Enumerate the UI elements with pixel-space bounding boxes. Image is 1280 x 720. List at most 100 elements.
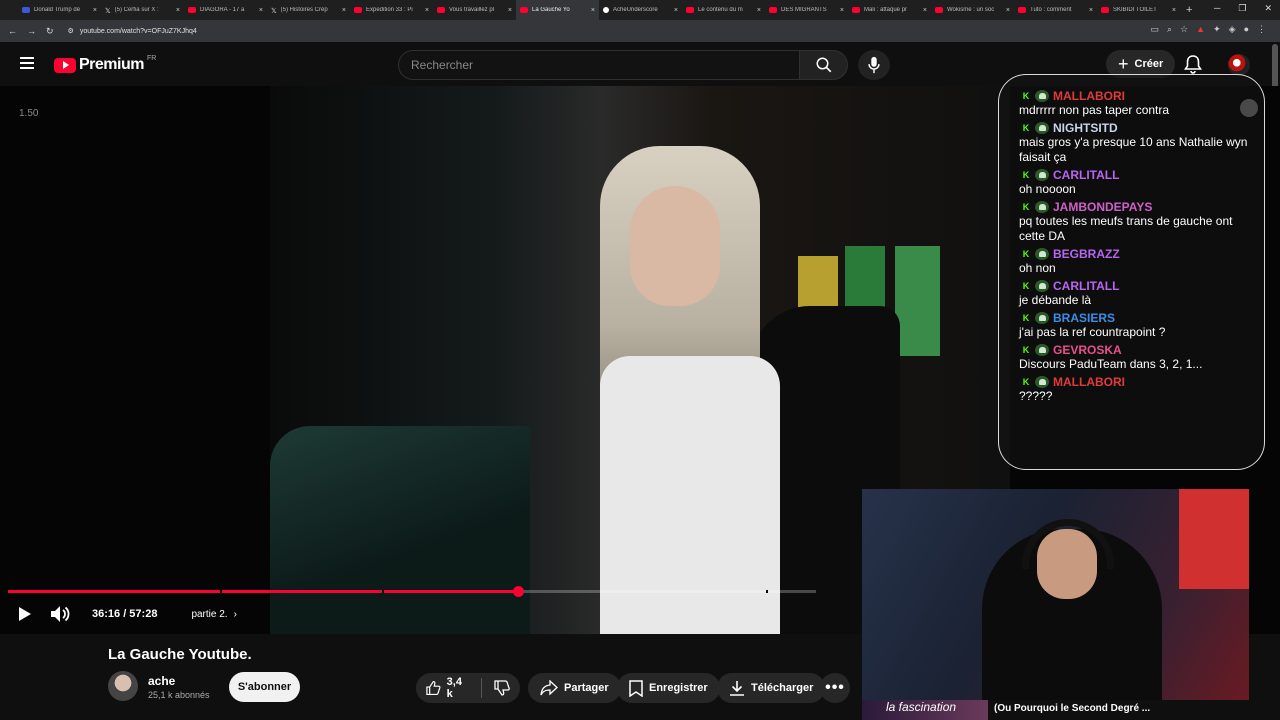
tab-close-icon[interactable]: × <box>93 7 97 14</box>
chapter-marker <box>382 590 384 593</box>
tab-title: Vous travaillez pl <box>449 7 495 13</box>
youtube-favicon-icon <box>188 7 196 13</box>
profile-icon[interactable]: ● <box>1244 24 1249 35</box>
browser-tab[interactable]: 𝕏 (5) Histoires Crép × <box>267 0 350 20</box>
browser-tab[interactable]: AcheUnderscore × <box>599 0 682 20</box>
browser-tab[interactable]: DIAGORA - 17 a × <box>184 0 267 20</box>
reload-icon[interactable]: ↻ <box>46 26 54 37</box>
chat-message: K MALLABORI????? <box>1019 375 1248 404</box>
channel-avatar[interactable] <box>108 671 138 701</box>
tab-close-icon[interactable]: × <box>425 7 429 14</box>
tab-title: DES MIGRANTS <box>781 7 827 13</box>
tab-title: (5) Histoires Crép <box>280 7 328 13</box>
webcam-overlay <box>862 489 1249 702</box>
pdf-extension-icon[interactable]: ▲ <box>1196 24 1205 35</box>
url-field[interactable]: ⚙ youtube.com/watch?v=OFJuZ7KJhq4 <box>68 27 197 36</box>
tab-close-icon[interactable]: × <box>508 7 512 14</box>
caption-thumbnail: la fascination <box>862 700 988 720</box>
tab-close-icon[interactable]: × <box>342 7 346 14</box>
hamburger-menu-icon[interactable] <box>20 57 34 72</box>
generic-favicon-icon <box>603 7 609 13</box>
forward-icon[interactable]: → <box>27 26 36 37</box>
subscribe-button[interactable]: S'abonner <box>229 672 300 702</box>
chat-username[interactable]: NIGHTSITD <box>1053 121 1118 135</box>
search-button[interactable] <box>800 50 848 80</box>
close-window-icon[interactable]: ✕ <box>1264 3 1272 14</box>
chat-username[interactable]: MALLABORI <box>1053 375 1125 389</box>
progress-bar[interactable] <box>8 586 816 597</box>
chat-username[interactable]: JAMBONDEPAYS <box>1053 200 1152 214</box>
chat-username[interactable]: CARLITALL <box>1053 279 1119 293</box>
zoom-icon[interactable]: ⌕ <box>1167 24 1172 35</box>
bookmark-star-icon[interactable]: ☆ <box>1180 24 1188 35</box>
chat-username[interactable]: BRASIERS <box>1053 311 1115 325</box>
tab-close-icon[interactable]: × <box>176 7 180 14</box>
chat-close-icon[interactable] <box>1240 99 1258 117</box>
back-icon[interactable]: ← <box>8 26 17 37</box>
tab-close-icon[interactable]: × <box>1089 7 1093 14</box>
menu-dots-icon[interactable]: ⋮ <box>1257 24 1266 35</box>
download-label: Télécharger <box>751 682 814 694</box>
notifications-bell-icon[interactable] <box>1184 54 1202 74</box>
browser-tab[interactable]: Tuto : comment × <box>1014 0 1097 20</box>
tab-close-icon[interactable]: × <box>591 7 595 14</box>
maximize-icon[interactable]: ❐ <box>1238 3 1246 14</box>
site-info-icon[interactable]: ⚙ <box>68 27 74 35</box>
news-favicon-icon <box>22 7 30 13</box>
youtube-favicon-icon <box>437 7 445 13</box>
skull-badge-icon <box>1035 122 1049 134</box>
extension-puzzle-icon[interactable]: ✦ <box>1213 24 1221 35</box>
browser-tab[interactable]: Donald Trump dé × <box>18 0 101 20</box>
browser-tab[interactable]: Vous travaillez pl × <box>433 0 516 20</box>
window-controls: ─ ❐ ✕ <box>1214 3 1272 14</box>
youtube-premium-logo[interactable]: Premium FR <box>54 54 157 74</box>
shield-icon[interactable]: ◈ <box>1229 24 1236 35</box>
browser-tab[interactable]: 𝕏 (5) Cerfia sur X : × <box>101 0 184 20</box>
volume-button[interactable] <box>50 605 70 623</box>
chat-username[interactable]: CARLITALL <box>1053 168 1119 182</box>
tab-close-icon[interactable]: × <box>259 7 263 14</box>
account-avatar[interactable] <box>1228 54 1250 76</box>
cast-icon[interactable]: ▭ <box>1151 24 1160 35</box>
tab-close-icon[interactable]: × <box>757 7 761 14</box>
tab-close-icon[interactable]: × <box>923 7 927 14</box>
browser-tab[interactable]: DES MIGRANTS × <box>765 0 848 20</box>
kick-badge-icon: K <box>1019 169 1033 181</box>
chat-author-row: K CARLITALL <box>1019 279 1248 293</box>
tab-close-icon[interactable]: × <box>674 7 678 14</box>
browser-tab[interactable]: Mali : attaque pr × <box>848 0 931 20</box>
skull-badge-icon <box>1035 169 1049 181</box>
chat-username[interactable]: GEVROSKA <box>1053 343 1122 357</box>
skull-badge-icon <box>1035 344 1049 356</box>
channel-name[interactable]: ache <box>148 674 175 688</box>
chat-text: mais gros y'a presque 10 ans Nathalie wy… <box>1019 135 1248 164</box>
country-code: FR <box>146 54 157 62</box>
chapter-button[interactable]: partie 2. › <box>191 609 236 620</box>
new-tab-button[interactable]: + <box>1186 4 1192 16</box>
download-button[interactable]: Télécharger <box>717 673 826 703</box>
chat-username[interactable]: BEGBRAZZ <box>1053 247 1120 261</box>
minimize-icon[interactable]: ─ <box>1214 3 1220 14</box>
like-button[interactable]: 3,4 k <box>426 676 469 700</box>
bookmark-icon <box>629 679 643 697</box>
share-button[interactable]: Partager <box>528 673 621 703</box>
browser-tab[interactable]: SKIBIDI TOILET × <box>1097 0 1180 20</box>
chat-username[interactable]: MALLABORI <box>1053 89 1125 103</box>
youtube-favicon-icon <box>1101 7 1109 13</box>
save-button[interactable]: Enregistrer <box>617 673 720 703</box>
progress-scrubber[interactable] <box>512 586 524 597</box>
voice-search-button[interactable] <box>858 50 890 80</box>
browser-tab[interactable]: Le contenu du m × <box>682 0 765 20</box>
dislike-button[interactable] <box>494 680 510 696</box>
volume-icon <box>51 606 70 622</box>
browser-tab[interactable]: La Gauche Yo × <box>516 0 599 20</box>
more-actions-button[interactable]: ••• <box>820 673 850 703</box>
search-input[interactable] <box>399 51 799 79</box>
tab-close-icon[interactable]: × <box>1172 7 1176 14</box>
tab-close-icon[interactable]: × <box>1006 7 1010 14</box>
tab-close-icon[interactable]: × <box>840 7 844 14</box>
play-icon <box>19 607 31 621</box>
browser-tab[interactable]: Expedition 33 : Pi × <box>350 0 433 20</box>
browser-tab[interactable]: Wokisme : un soc × <box>931 0 1014 20</box>
play-button[interactable] <box>18 606 32 622</box>
